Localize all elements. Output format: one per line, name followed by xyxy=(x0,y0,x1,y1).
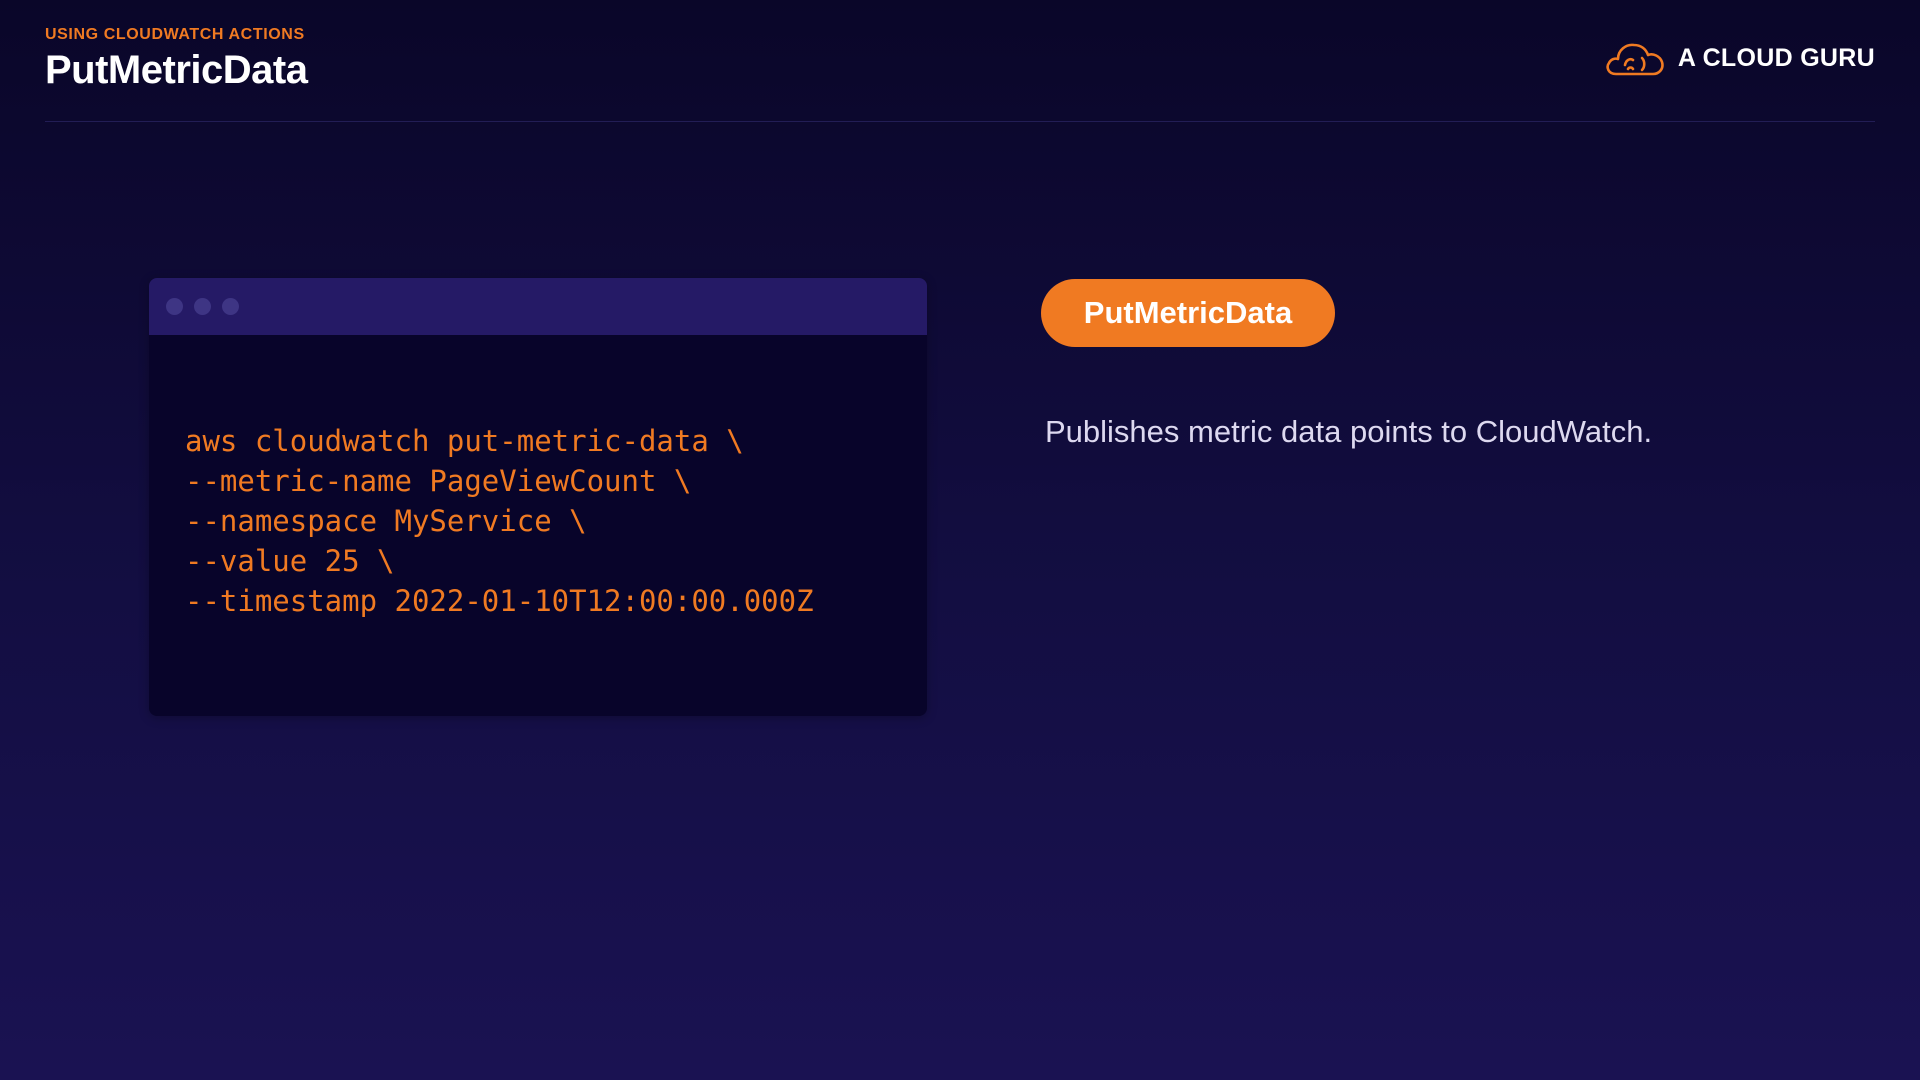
slide-header: USING CLOUDWATCH ACTIONS PutMetricData A… xyxy=(45,26,1875,120)
window-dot xyxy=(194,298,211,315)
cloud-logo-icon xyxy=(1606,43,1664,76)
api-description: Publishes metric data points to CloudWat… xyxy=(1045,414,1653,449)
terminal-window: aws cloudwatch put-metric-data \ --metric… xyxy=(149,278,927,716)
brand-name: A CLOUD GURU xyxy=(1677,43,1875,72)
code-line: aws cloudwatch put-metric-data \ xyxy=(185,424,744,458)
api-name-badge: PutMetricData xyxy=(1041,279,1335,347)
code-line: --namespace MyService \ xyxy=(185,504,587,538)
window-dot xyxy=(222,298,239,315)
code-line: --timestamp 2022-01-10T12:00:00.000Z xyxy=(185,584,814,618)
code-block: aws cloudwatch put-metric-data \ --metric… xyxy=(185,421,814,621)
window-dot xyxy=(166,298,183,315)
section-label: USING CLOUDWATCH ACTIONS xyxy=(45,26,305,43)
code-line: --metric-name PageViewCount \ xyxy=(185,464,692,498)
header-divider xyxy=(45,121,1875,122)
brand-logo: A CLOUD GURU xyxy=(1604,36,1875,80)
code-line: --value 25 \ xyxy=(185,544,395,578)
terminal-title-bar xyxy=(149,278,927,335)
page-title: PutMetricData xyxy=(45,48,308,92)
